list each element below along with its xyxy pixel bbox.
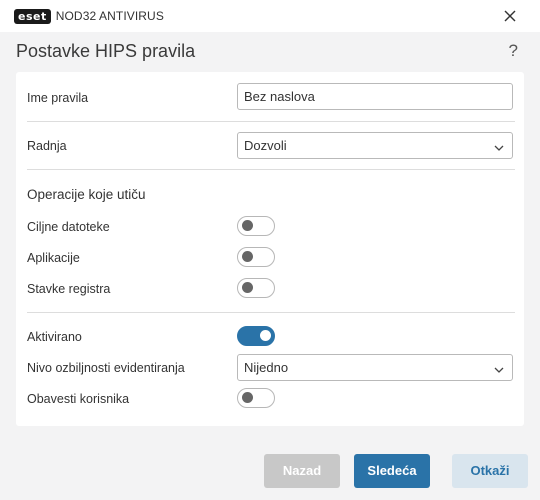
activated-label: Aktivirano: [27, 330, 82, 344]
target-files-label: Ciljne datoteke: [27, 220, 110, 234]
toggle-knob: [242, 282, 253, 293]
action-select-value: Dozvoli: [244, 138, 287, 153]
help-icon[interactable]: ?: [509, 41, 518, 61]
action-select[interactable]: Dozvoli: [237, 132, 513, 159]
rule-name-label: Ime pravila: [27, 91, 89, 105]
settings-panel: Ime pravila Radnja Dozvoli Operacije koj…: [16, 72, 524, 426]
toggle-knob: [260, 330, 271, 341]
divider: [27, 169, 515, 170]
divider: [27, 121, 515, 122]
log-severity-label: Nivo ozbiljnosti evidentiranja: [27, 361, 185, 375]
app-logo: eset NOD32 ANTIVIRUS: [14, 8, 164, 24]
log-severity-select[interactable]: Nijedno: [237, 354, 513, 381]
target-files-toggle[interactable]: [237, 216, 275, 236]
toggle-knob: [242, 392, 253, 403]
applications-toggle[interactable]: [237, 247, 275, 267]
notify-user-toggle[interactable]: [237, 388, 275, 408]
back-button[interactable]: Nazad: [264, 454, 340, 488]
page-title: Postavke HIPS pravila: [16, 41, 196, 61]
divider: [27, 312, 515, 313]
rule-name-input[interactable]: [237, 83, 513, 110]
close-icon[interactable]: [502, 8, 518, 24]
notify-user-label: Obavesti korisnika: [27, 392, 130, 406]
eset-logo: eset: [14, 8, 51, 24]
cancel-button[interactable]: Otkaži: [452, 454, 528, 488]
product-name: NOD32 ANTIVIRUS: [55, 9, 164, 23]
title-bar: eset NOD32 ANTIVIRUS: [0, 0, 540, 32]
action-label: Radnja: [27, 139, 67, 153]
registry-entries-label: Stavke registra: [27, 282, 111, 296]
toggle-knob: [242, 251, 253, 262]
activated-toggle[interactable]: [237, 326, 275, 346]
chevron-down-icon: [494, 363, 504, 373]
applications-label: Aplikacije: [27, 251, 80, 265]
dialog-header: Postavke HIPS pravila ?: [0, 32, 540, 72]
log-severity-select-value: Nijedno: [244, 360, 289, 375]
toggle-knob: [242, 220, 253, 231]
chevron-down-icon: [494, 141, 504, 151]
registry-entries-toggle[interactable]: [237, 278, 275, 298]
next-button[interactable]: Sledeća: [354, 454, 430, 488]
operations-section-title: Operacije koje utiču: [27, 187, 146, 202]
